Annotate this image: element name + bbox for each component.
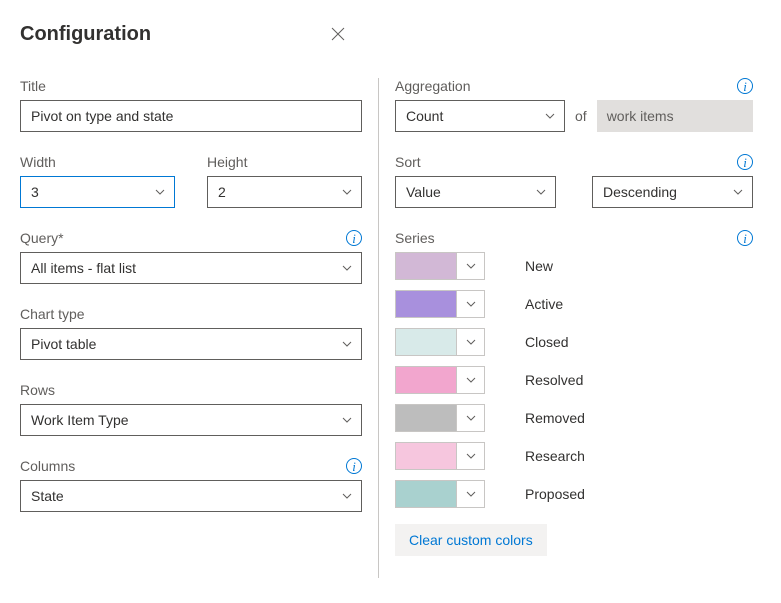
color-swatch <box>396 253 456 279</box>
chevron-down-icon <box>341 338 353 350</box>
width-select[interactable]: 3 <box>20 176 175 208</box>
info-icon[interactable]: i <box>737 78 753 94</box>
series-color-control[interactable] <box>395 480 485 508</box>
chevron-down-icon[interactable] <box>456 329 484 355</box>
series-name: Closed <box>525 334 569 350</box>
height-select[interactable]: 2 <box>207 176 362 208</box>
title-label: Title <box>20 78 46 94</box>
sort-by-value: Value <box>406 184 441 200</box>
chevron-down-icon[interactable] <box>456 405 484 431</box>
series-color-control[interactable] <box>395 366 485 394</box>
series-name: Proposed <box>525 486 585 502</box>
series-row: Proposed <box>395 480 753 508</box>
color-swatch <box>396 367 456 393</box>
height-label: Height <box>207 154 247 170</box>
series-row: Active <box>395 290 753 318</box>
series-name: Active <box>525 296 563 312</box>
series-row: New <box>395 252 753 280</box>
series-name: Removed <box>525 410 585 426</box>
series-color-control[interactable] <box>395 442 485 470</box>
color-swatch <box>396 329 456 355</box>
rows-select[interactable]: Work Item Type <box>20 404 362 436</box>
chevron-down-icon <box>341 490 353 502</box>
chevron-down-icon <box>544 110 556 122</box>
series-name: Research <box>525 448 585 464</box>
chevron-down-icon <box>154 186 166 198</box>
width-value: 3 <box>31 184 39 200</box>
chevron-down-icon[interactable] <box>456 367 484 393</box>
series-color-control[interactable] <box>395 290 485 318</box>
chevron-down-icon[interactable] <box>456 253 484 279</box>
series-color-control[interactable] <box>395 328 485 356</box>
series-color-control[interactable] <box>395 404 485 432</box>
info-icon[interactable]: i <box>737 230 753 246</box>
series-row: Research <box>395 442 753 470</box>
info-icon[interactable]: i <box>346 230 362 246</box>
chevron-down-icon[interactable] <box>456 443 484 469</box>
sort-label: Sort <box>395 154 421 170</box>
sort-direction-value: Descending <box>603 184 677 200</box>
aggregation-label: Aggregation <box>395 78 471 94</box>
width-label: Width <box>20 154 56 170</box>
rows-label: Rows <box>20 382 55 398</box>
chevron-down-icon <box>341 414 353 426</box>
aggregation-value: Count <box>406 108 443 124</box>
chevron-down-icon <box>341 186 353 198</box>
chevron-down-icon[interactable] <box>456 291 484 317</box>
chart-type-select[interactable]: Pivot table <box>20 328 362 360</box>
series-row: Closed <box>395 328 753 356</box>
color-swatch <box>396 291 456 317</box>
sort-by-select[interactable]: Value <box>395 176 556 208</box>
close-button[interactable] <box>322 18 354 50</box>
query-label: Query* <box>20 230 64 246</box>
series-color-control[interactable] <box>395 252 485 280</box>
columns-value: State <box>31 488 64 504</box>
rows-value: Work Item Type <box>31 412 129 428</box>
color-swatch <box>396 405 456 431</box>
series-row: Removed <box>395 404 753 432</box>
title-input[interactable] <box>20 100 362 132</box>
series-name: Resolved <box>525 372 583 388</box>
query-select[interactable]: All items - flat list <box>20 252 362 284</box>
chevron-down-icon[interactable] <box>456 481 484 507</box>
height-value: 2 <box>218 184 226 200</box>
sort-direction-select[interactable]: Descending <box>592 176 753 208</box>
chevron-down-icon <box>732 186 744 198</box>
color-swatch <box>396 481 456 507</box>
series-list: New Active Closed Resolved Removed Research Pr… <box>395 252 753 508</box>
close-icon <box>330 26 346 42</box>
chart-type-value: Pivot table <box>31 336 96 352</box>
color-swatch <box>396 443 456 469</box>
aggregation-select[interactable]: Count <box>395 100 565 132</box>
columns-select[interactable]: State <box>20 480 362 512</box>
series-label: Series <box>395 230 435 246</box>
columns-label: Columns <box>20 458 75 474</box>
of-label: of <box>575 108 587 124</box>
info-icon[interactable]: i <box>346 458 362 474</box>
chevron-down-icon <box>341 262 353 274</box>
series-name: New <box>525 258 553 274</box>
clear-custom-colors-button[interactable]: Clear custom colors <box>395 524 547 556</box>
series-row: Resolved <box>395 366 753 394</box>
page-title: Configuration <box>20 23 151 46</box>
chevron-down-icon <box>535 186 547 198</box>
aggregation-target: work items <box>597 100 753 132</box>
info-icon[interactable]: i <box>737 154 753 170</box>
chart-type-label: Chart type <box>20 306 85 322</box>
query-value: All items - flat list <box>31 260 136 276</box>
